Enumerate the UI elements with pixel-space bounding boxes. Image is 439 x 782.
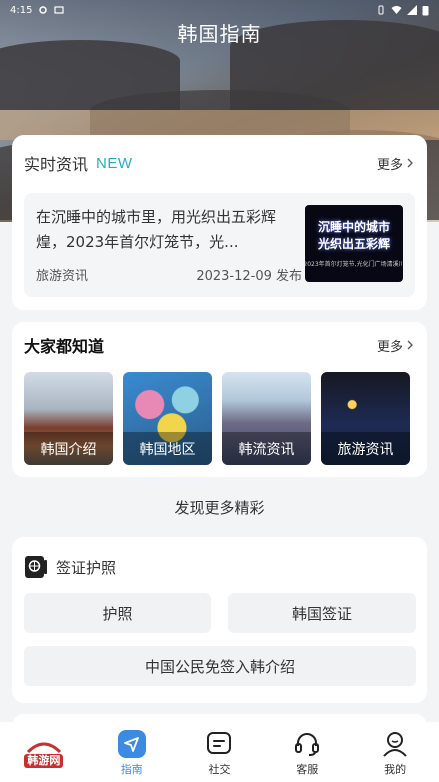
vibrate-icon: [378, 5, 384, 15]
news-item-category: 旅游资讯: [36, 269, 89, 284]
chevron-right-icon: [407, 340, 413, 350]
tile-label: 韩国地区: [123, 432, 212, 465]
tile-korea-intro[interactable]: 韩国介绍: [24, 372, 113, 465]
korea-visa-button[interactable]: 韩国签证: [228, 593, 416, 633]
roof-logo-icon: [26, 742, 61, 754]
news-card: 实时资讯 NEW 更多 在沉睡中的城市里，用光织出五彩辉煌，2023年首尔灯笼节…: [12, 135, 427, 310]
tab-home-logo[interactable]: 韩游网: [0, 722, 88, 782]
news-more-label: 更多: [376, 157, 403, 173]
news-section-title: 实时资讯: [24, 155, 89, 174]
thumb-text-line3: 2023年首尔灯笼节,光化门广场清溪川: [305, 261, 403, 268]
status-bar: 4:15: [0, 0, 439, 20]
tile-label: 韩国介绍: [24, 432, 113, 465]
discover-more-heading: 发现更多精彩: [174, 499, 265, 517]
tab-label: 指南: [120, 763, 143, 776]
notification-icon: [54, 6, 65, 14]
tab-service[interactable]: 客服: [263, 722, 351, 782]
new-badge: NEW: [96, 154, 133, 172]
chevron-right-icon: [407, 158, 413, 168]
page-title: 韩国指南: [177, 22, 262, 46]
tab-label: 客服: [296, 763, 319, 776]
news-item-date: 2023-12-09 发布: [196, 269, 302, 284]
tile-korea-regions[interactable]: 韩国地区: [123, 372, 212, 465]
visa-section-title: 签证护照: [56, 558, 117, 577]
tile-label: 旅游资讯: [321, 432, 410, 465]
tab-label: 社交: [208, 763, 231, 776]
tab-profile[interactable]: 我的: [351, 722, 439, 782]
headset-icon: [295, 733, 320, 756]
tab-guide[interactable]: 指南: [88, 722, 176, 782]
thumb-text-line1: 沉睡中的城市: [317, 220, 390, 234]
visa-card: 签证护照 护照 韩国签证 中国公民免签入韩介绍: [12, 537, 427, 703]
user-icon: [383, 732, 407, 757]
tab-social[interactable]: 社交: [176, 722, 264, 782]
tile-travel-news[interactable]: 旅游资讯: [321, 372, 410, 465]
signal-icon: [407, 5, 417, 15]
tab-label: 我的: [384, 763, 407, 776]
status-time: 4:15: [10, 4, 33, 16]
know-card: 大家都知道 更多 韩国介绍 韩国地区 韩流资讯 旅游资讯: [12, 322, 427, 477]
passport-button[interactable]: 护照: [24, 593, 211, 633]
news-more-link[interactable]: 更多: [377, 154, 413, 173]
news-thumbnail: 沉睡中的城市 光织出五彩辉 2023年首尔灯笼节,光化门广场清溪川: [305, 205, 403, 282]
visa-free-intro-button[interactable]: 中国公民免签入韩介绍: [24, 646, 416, 686]
send-icon: [117, 730, 146, 758]
thumb-text-line2: 光织出五彩辉: [317, 237, 390, 251]
chat-icon: [207, 732, 232, 754]
know-more-link[interactable]: 更多: [377, 336, 413, 355]
tile-hallyu-news[interactable]: 韩流资讯: [222, 372, 311, 465]
battery-icon: [422, 5, 429, 15]
tile-label: 韩流资讯: [222, 432, 311, 465]
know-section-title: 大家都知道: [24, 337, 105, 356]
bottom-tab-bar: 韩游网 指南 社交 客服 我的: [0, 722, 439, 782]
wifi-icon: [391, 6, 402, 14]
app-logo: 韩游网: [23, 734, 65, 774]
know-more-label: 更多: [376, 339, 403, 355]
logo-text: 韩游网: [24, 754, 64, 768]
news-item-title: 在沉睡中的城市里，用光织出五彩辉煌，2023年首尔灯笼节，光...: [36, 208, 277, 251]
settings-icon: [39, 6, 48, 14]
news-item[interactable]: 在沉睡中的城市里，用光织出五彩辉煌，2023年首尔灯笼节，光... 旅游资讯 2…: [24, 193, 415, 297]
passport-icon: [25, 556, 47, 578]
